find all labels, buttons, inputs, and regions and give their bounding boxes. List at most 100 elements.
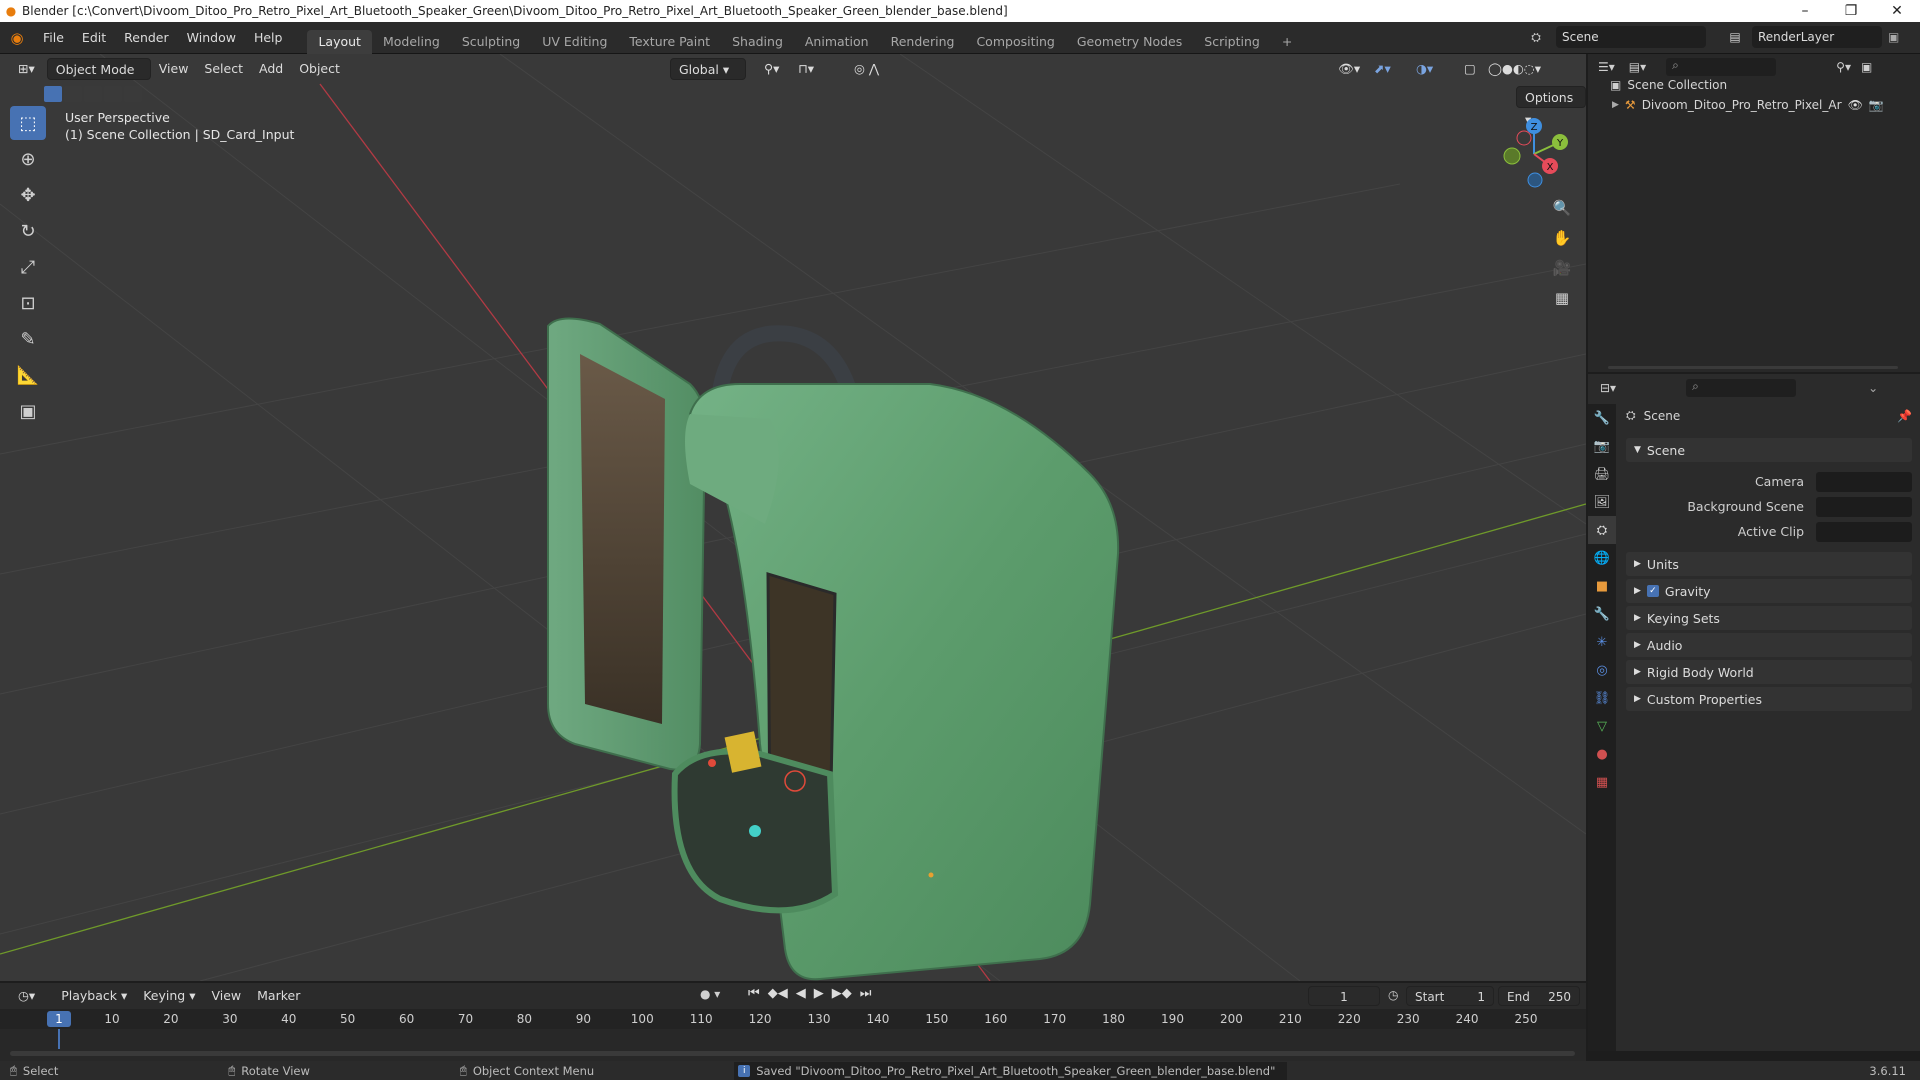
active-clip-field[interactable] [1816, 522, 1912, 542]
physics-tab-icon[interactable]: ◎ [1588, 656, 1616, 684]
scene-selector[interactable]: Scene [1556, 26, 1706, 48]
gravity-panel-header[interactable]: ▶ ✓ Gravity [1626, 579, 1912, 603]
tab-texture-paint[interactable]: Texture Paint [618, 30, 721, 54]
object-tab-icon[interactable]: ■ [1588, 572, 1616, 600]
rotate-tool-icon[interactable]: ↻ [10, 214, 46, 248]
outliner-root-row[interactable]: ▣ Scene Collection [1610, 78, 1727, 92]
timeline-body[interactable] [0, 1029, 1586, 1061]
cursor-tool-icon[interactable]: ⊕ [10, 142, 46, 176]
minimize-button[interactable]: – [1782, 0, 1828, 22]
tab-compositing[interactable]: Compositing [965, 30, 1065, 54]
frame-ruler[interactable]: 1 10 20 30 40 50 60 70 80 90 100 110 120 130 140 150 160… [0, 1009, 1586, 1029]
proportional-edit-icon[interactable]: ◎ ⋀ [846, 58, 887, 80]
transform-tool-icon[interactable]: ⊡ [10, 286, 46, 320]
display-mode-icon[interactable]: ▤▾ [1629, 60, 1646, 74]
select-new-icon[interactable] [44, 86, 62, 102]
pivot-icon[interactable]: ⚲▾ [756, 58, 787, 80]
menu-window[interactable]: Window [178, 22, 245, 54]
close-view-layer-icon[interactable]: ▣ [1888, 30, 1899, 44]
menu-object[interactable]: Object [291, 58, 348, 80]
tab-animation[interactable]: Animation [794, 30, 880, 54]
render-tab-icon[interactable]: 📷 [1588, 432, 1616, 460]
outliner-editor-icon[interactable]: ☰▾ [1598, 60, 1615, 74]
tab-modeling[interactable]: Modeling [372, 30, 451, 54]
next-keyframe-icon[interactable]: ▶◆ [832, 986, 852, 1001]
keying-sets-panel-header[interactable]: ▶ Keying Sets [1626, 606, 1912, 630]
properties-options-icon[interactable]: ⌄ [1868, 381, 1878, 395]
options-dropdown[interactable]: Options ▾ [1516, 86, 1586, 127]
select-extend-icon[interactable] [64, 86, 82, 102]
menu-edit[interactable]: Edit [73, 22, 115, 54]
tool-tab-icon[interactable]: 🔧 [1588, 404, 1616, 432]
menu-keying[interactable]: Keying ▾ [135, 985, 203, 1007]
add-cube-tool-icon[interactable]: ▣ [10, 394, 46, 428]
select-box-tool-icon[interactable]: ⬚ [10, 106, 46, 140]
background-scene-field[interactable] [1816, 497, 1912, 517]
scene-tab-icon[interactable]: ⛭ [1588, 516, 1616, 544]
tab-sculpting[interactable]: Sculpting [451, 30, 531, 54]
scene-icon[interactable]: ⛭ [1525, 26, 1547, 48]
prev-keyframe-icon[interactable]: ◆◀ [768, 986, 788, 1001]
jump-start-icon[interactable]: ⏮ [748, 986, 760, 1001]
mode-dropdown[interactable]: Object Mode ▾ [46, 58, 151, 99]
3d-viewport[interactable]: ⊞▾ Object Mode ▾ View Select Add Object … [0, 54, 1586, 981]
select-intersect-icon[interactable] [124, 86, 142, 102]
custom-properties-panel-header[interactable]: ▶ Custom Properties [1626, 687, 1912, 711]
menu-view[interactable]: View [151, 58, 197, 80]
audio-panel-header[interactable]: ▶ Audio [1626, 633, 1912, 657]
filter-icon[interactable]: ⚲▾ [1836, 60, 1851, 74]
new-collection-icon[interactable]: ▣ [1861, 60, 1872, 74]
eye-icon[interactable]: 👁 [1848, 98, 1863, 112]
tab-scripting[interactable]: Scripting [1193, 30, 1271, 54]
blender-menu-icon[interactable]: ◉ [0, 29, 34, 47]
snap-icon[interactable]: ⊓▾ [790, 58, 822, 80]
play-reverse-icon[interactable]: ◀ [796, 986, 806, 1001]
render-camera-icon[interactable]: 📷 [1869, 98, 1884, 112]
camera-field[interactable] [1816, 472, 1912, 492]
overlay-toggle-icon[interactable]: ◑▾ [1408, 58, 1441, 80]
jump-end-icon[interactable]: ⏭ [860, 986, 872, 1001]
menu-marker[interactable]: Marker [249, 985, 308, 1007]
start-frame-field[interactable]: Start 1 [1406, 986, 1494, 1006]
timeline-scrollbar[interactable] [10, 1051, 1575, 1056]
measure-tool-icon[interactable]: 📐 [10, 358, 46, 392]
particles-tab-icon[interactable]: ✳ [1588, 628, 1616, 656]
view-layer-icon[interactable]: ▤ [1724, 26, 1746, 48]
close-button[interactable]: ✕ [1874, 0, 1920, 22]
scale-tool-icon[interactable]: ⤢ [10, 250, 46, 284]
data-tab-icon[interactable]: ▽ [1588, 712, 1616, 740]
menu-file[interactable]: File [34, 22, 73, 54]
play-icon[interactable]: ▶ [814, 986, 824, 1001]
view-layer-tab-icon[interactable]: 🖼 [1588, 488, 1616, 516]
camera-view-icon[interactable]: 🎥 [1548, 254, 1576, 282]
rigid-body-panel-header[interactable]: ▶ Rigid Body World [1626, 660, 1912, 684]
select-invert-icon[interactable] [104, 86, 122, 102]
ortho-grid-icon[interactable]: ▦ [1548, 284, 1576, 312]
gizmo-toggle-icon[interactable]: ⬈▾ [1366, 58, 1399, 80]
timeline-editor-icon[interactable]: ◷▾ [10, 985, 43, 1007]
timer-icon[interactable]: ◷ [1388, 988, 1398, 1002]
outliner-item[interactable]: ▶ ⚒ Divoom_Ditoo_Pro_Retro_Pixel_Art_Blu… [1612, 98, 1912, 112]
select-subtract-icon[interactable] [84, 86, 102, 102]
outliner-scrollbar[interactable] [1608, 366, 1898, 369]
tab-rendering[interactable]: Rendering [880, 30, 966, 54]
menu-add[interactable]: Add [251, 58, 291, 80]
transform-orientation-dropdown[interactable]: Global ▾ [670, 58, 746, 80]
record-icon[interactable]: ● ▾ [700, 987, 720, 1001]
properties-search-input[interactable]: ⌕ [1686, 379, 1797, 397]
tab-uv-editing[interactable]: UV Editing [531, 30, 618, 54]
outliner-search-input[interactable]: ⌕ [1666, 58, 1777, 76]
material-tab-icon[interactable]: ● [1588, 740, 1616, 768]
pin-icon[interactable]: 📌 [1897, 409, 1912, 423]
view-layer-selector[interactable]: RenderLayer [1752, 26, 1882, 48]
output-tab-icon[interactable]: 🖨 [1588, 460, 1616, 488]
world-tab-icon[interactable]: 🌐 [1588, 544, 1616, 572]
shading-modes-icon[interactable]: ◯●◐◌▾ [1480, 58, 1549, 80]
tab-layout[interactable]: Layout [307, 29, 372, 54]
constraints-tab-icon[interactable]: ⛓ [1588, 684, 1616, 712]
menu-render[interactable]: Render [115, 22, 178, 54]
annotate-tool-icon[interactable]: ✎ [10, 322, 46, 356]
pan-hand-icon[interactable]: ✋ [1548, 224, 1576, 252]
properties-editor-icon[interactable]: ⊟▾ [1600, 381, 1616, 395]
visibility-icon[interactable]: 👁▾ [1330, 58, 1368, 80]
